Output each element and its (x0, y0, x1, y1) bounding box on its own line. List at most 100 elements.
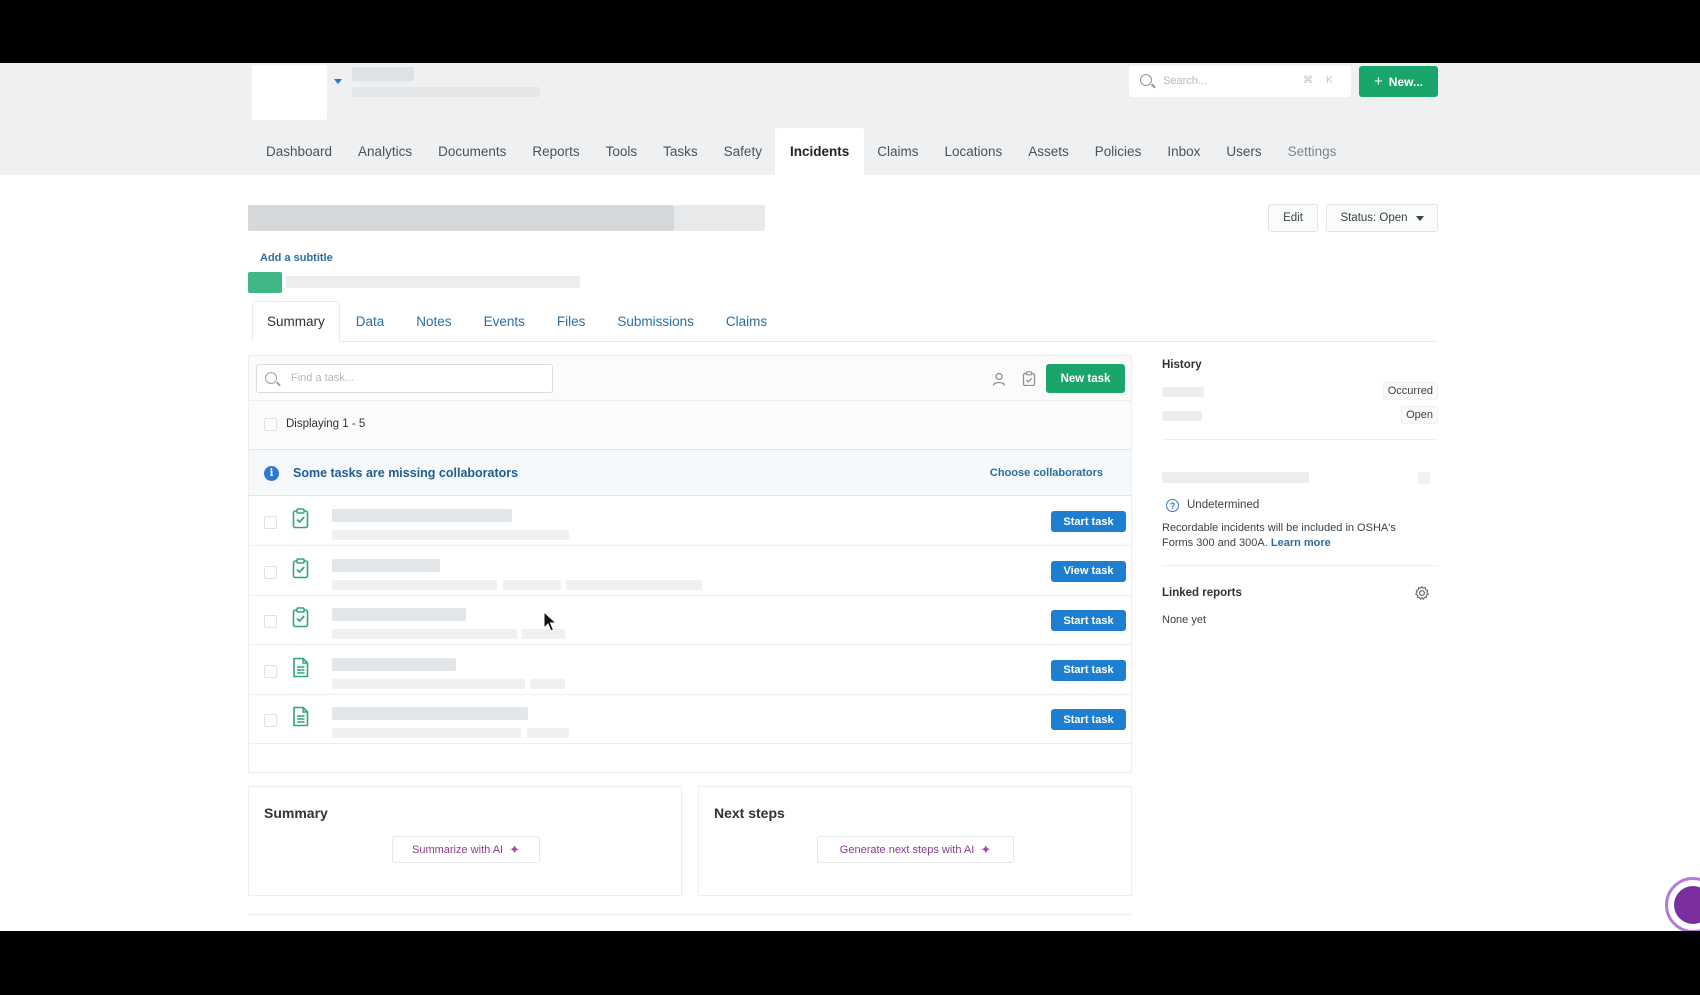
task-title-placeholder (332, 509, 512, 522)
task-row-checkbox[interactable] (264, 565, 277, 579)
start-task-button[interactable]: Start task (1051, 511, 1126, 532)
nav-item-users[interactable]: Users (1213, 128, 1274, 175)
new-task-button[interactable]: New task (1046, 364, 1125, 393)
recordable-toggle-placeholder (1418, 472, 1430, 484)
nav-item-incidents[interactable]: Incidents (774, 128, 865, 175)
task-search-placeholder: Find a task... (291, 372, 354, 384)
next-steps-card-title: Next steps (714, 805, 785, 821)
history-date-placeholder (1162, 411, 1202, 421)
task-row-checkbox[interactable] (264, 516, 277, 529)
clipboard-check-icon (292, 557, 309, 578)
start-task-button[interactable]: Start task (1051, 659, 1126, 681)
task-row: Start task (249, 497, 1131, 546)
status-dropdown-label: Status: Open (1340, 212, 1408, 224)
tab-submissions[interactable]: Submissions (601, 301, 710, 342)
nav-item-safety[interactable]: Safety (711, 128, 775, 175)
tab-files[interactable]: Files (541, 301, 602, 342)
content-divider (248, 914, 1132, 915)
tab-summary[interactable]: Summary (252, 301, 340, 342)
tab-notes[interactable]: Notes (400, 301, 467, 342)
recordable-label-placeholder (1162, 472, 1309, 483)
gear-icon[interactable] (1414, 585, 1430, 601)
task-search-input[interactable]: Find a task... (256, 364, 553, 393)
app-screen: Search... ⌘ K + New... Dashboard Analytic… (0, 63, 1700, 931)
summarize-with-ai-button[interactable]: Summarize with AI ✦ (392, 836, 540, 863)
history-title: History (1162, 359, 1202, 371)
displaying-count: Displaying 1 - 5 (286, 418, 366, 430)
tasks-panel: Find a task... New task Displaying 1 - 5… (248, 355, 1132, 773)
org-switcher-caret-icon[interactable] (334, 79, 342, 84)
search-icon (1140, 74, 1152, 86)
record-title-placeholder (248, 205, 674, 231)
nav-item-tasks[interactable]: Tasks (650, 128, 711, 175)
nav-item-analytics[interactable]: Analytics (345, 128, 425, 175)
missing-collaborators-alert: i Some tasks are missing collaborators C… (249, 449, 1131, 496)
task-meta-placeholder (527, 728, 569, 738)
linked-reports-title: Linked reports (1162, 587, 1242, 599)
view-task-button[interactable]: View task (1051, 560, 1126, 582)
clipboard-check-icon (292, 607, 309, 628)
task-row-checkbox[interactable] (264, 664, 277, 678)
document-icon (293, 657, 309, 677)
clipboard-check-icon (292, 508, 309, 529)
status-dropdown[interactable]: Status: Open (1326, 204, 1438, 232)
task-row-checkbox[interactable] (264, 714, 277, 727)
learn-more-link[interactable]: Learn more (1271, 537, 1331, 549)
record-meta-placeholder (286, 276, 580, 288)
nav-item-tools[interactable]: Tools (593, 128, 651, 175)
tab-data[interactable]: Data (340, 301, 401, 342)
assignee-filter-icon[interactable] (992, 372, 1006, 386)
add-subtitle-link[interactable]: Add a subtitle (260, 252, 333, 264)
task-meta-placeholder (503, 579, 561, 590)
nav-item-policies[interactable]: Policies (1082, 128, 1155, 175)
task-title-placeholder (332, 558, 440, 572)
select-all-checkbox[interactable] (264, 418, 277, 431)
history-badge-occurred: Occurred (1382, 382, 1438, 400)
summarize-with-ai-label: Summarize with AI (412, 843, 504, 856)
nav-item-claims[interactable]: Claims (864, 128, 931, 175)
new-button[interactable]: + New... (1359, 66, 1438, 97)
main-nav: Dashboard Analytics Documents Reports Tools T… (253, 128, 1349, 175)
sidebar-divider (1162, 439, 1438, 440)
nav-item-locations[interactable]: Locations (931, 128, 1015, 175)
clipboard-filter-icon[interactable] (1022, 371, 1036, 386)
task-row-checkbox[interactable] (264, 615, 277, 628)
start-task-button[interactable]: Start task (1051, 709, 1126, 730)
mouse-cursor-icon (543, 611, 557, 632)
nav-item-dashboard[interactable]: Dashboard (253, 128, 345, 175)
chat-icon (1674, 886, 1700, 924)
summary-card: Summary Summarize with AI ✦ (248, 786, 682, 896)
task-meta-placeholder (566, 579, 702, 590)
global-search[interactable]: Search... ⌘ K (1129, 66, 1351, 97)
tab-claims[interactable]: Claims (710, 301, 783, 342)
document-icon (293, 706, 309, 727)
start-task-button[interactable]: Start task (1051, 610, 1126, 631)
help-circle-icon[interactable]: ? (1166, 499, 1179, 512)
nav-item-reports[interactable]: Reports (519, 128, 592, 175)
nav-item-assets[interactable]: Assets (1015, 128, 1082, 175)
choose-collaborators-link[interactable]: Choose collaborators (990, 467, 1103, 479)
nav-item-settings[interactable]: Settings (1275, 128, 1350, 175)
task-meta-placeholder (522, 530, 569, 540)
nav-item-inbox[interactable]: Inbox (1154, 128, 1213, 175)
task-meta-placeholder (332, 579, 497, 590)
record-type-chip (248, 272, 282, 293)
chat-launcher[interactable] (1665, 877, 1700, 931)
search-placeholder: Search... (1163, 75, 1208, 87)
generate-next-steps-label: Generate next steps with AI (839, 843, 975, 856)
org-logo[interactable] (252, 65, 327, 120)
edit-button[interactable]: Edit (1268, 204, 1318, 232)
task-row: Start task (249, 596, 1131, 645)
sparkle-icon: ✦ (980, 841, 992, 857)
task-row: View task (249, 546, 1131, 596)
sidebar-divider (1162, 565, 1438, 566)
shortcut-k-key: K (1326, 75, 1333, 86)
task-title-placeholder (332, 608, 466, 621)
generate-next-steps-button[interactable]: Generate next steps with AI ✦ (817, 836, 1014, 863)
recordable-note: Recordable incidents will be included in… (1162, 521, 1424, 551)
task-title-placeholder (332, 657, 456, 671)
summary-card-title: Summary (264, 805, 328, 821)
tab-events[interactable]: Events (468, 301, 541, 342)
nav-item-documents[interactable]: Documents (425, 128, 519, 175)
recordable-status: Undetermined (1187, 499, 1260, 511)
